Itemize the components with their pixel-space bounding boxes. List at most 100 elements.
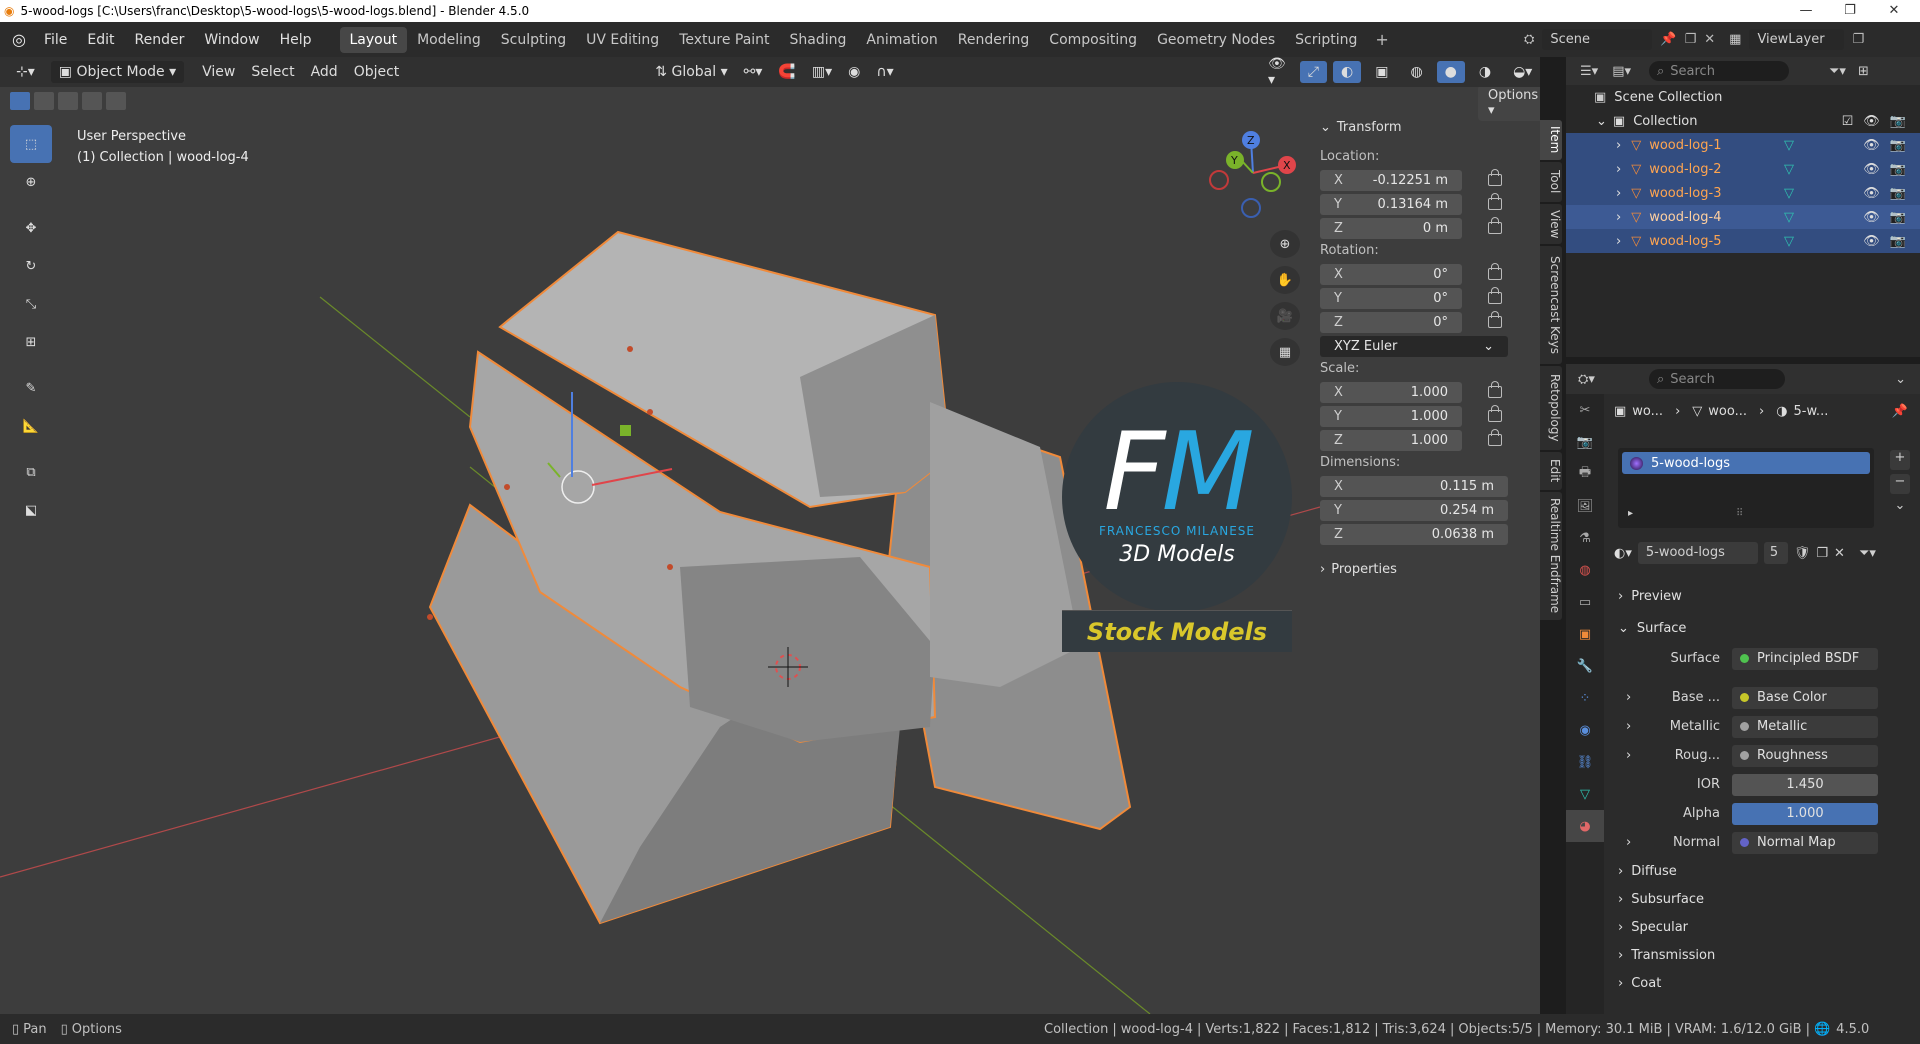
scale-tool[interactable]: ⤡	[10, 285, 52, 323]
lock-icon[interactable]	[1488, 263, 1502, 280]
menu-select[interactable]: Select	[243, 61, 302, 83]
new-collection-icon[interactable]: ⊞	[1858, 64, 1869, 79]
tab-animation[interactable]: Animation	[856, 27, 947, 53]
close-icon[interactable]: ✕	[1872, 0, 1916, 22]
menu-add[interactable]: Add	[303, 61, 346, 83]
outliner-item-wood-log-1[interactable]: › ▽ wood-log-1 ▽ 👁 📷	[1566, 133, 1920, 157]
preview-section[interactable]: › Preview	[1604, 580, 1920, 612]
xray-icon[interactable]: ▣	[1367, 61, 1396, 83]
eye-icon[interactable]: 👁	[1863, 162, 1880, 177]
dimensions-x-field[interactable]: X 0.115 m	[1320, 475, 1508, 497]
menu-file[interactable]: File	[34, 32, 77, 48]
rotation-z-field[interactable]: Z 0°	[1320, 311, 1462, 333]
scale-x-field[interactable]: X 1.000	[1320, 381, 1462, 403]
3d-viewport[interactable]: User Perspective (1) Collection | wood-l…	[0, 87, 1540, 1014]
tab-uv-editing[interactable]: UV Editing	[576, 27, 669, 53]
gizmo-toggle-icon[interactable]: ⤢	[1299, 61, 1327, 83]
new-scene-icon[interactable]: ❐	[1685, 32, 1697, 47]
measure-tool[interactable]: 📐	[10, 407, 52, 445]
lock-icon[interactable]	[1488, 193, 1502, 210]
metallic-field[interactable]: Metallic	[1732, 715, 1878, 738]
location-z-field[interactable]: Z 0 m	[1320, 217, 1462, 239]
checkbox-icon[interactable]: ☑	[1842, 114, 1854, 129]
outliner-search[interactable]: ⌕ Search	[1649, 61, 1789, 81]
dimensions-z-field[interactable]: Z 0.0638 m	[1320, 523, 1508, 545]
outliner-editor-icon[interactable]: ☰▾	[1580, 64, 1598, 79]
material-icon[interactable]: ◕	[1566, 810, 1604, 842]
physics-icon[interactable]: ◉	[1566, 714, 1604, 746]
lock-icon[interactable]	[1488, 429, 1502, 446]
camera-icon[interactable]: 📷	[1890, 138, 1906, 153]
menu-window[interactable]: Window	[194, 32, 269, 48]
properties-editor-icon[interactable]: ⛭▾	[1578, 372, 1595, 387]
tab-sculpting[interactable]: Sculpting	[491, 27, 576, 53]
viewport-scene[interactable]	[0, 87, 1540, 1014]
select-subtract-icon[interactable]	[58, 92, 78, 110]
ortho-toggle-icon[interactable]: ▦	[1270, 338, 1300, 366]
menu-help[interactable]: Help	[270, 32, 322, 48]
tab-realtime-endframe[interactable]: Realtime Endframe	[1540, 492, 1562, 620]
mode-selector[interactable]: ▣ Object Mode ▾	[50, 61, 185, 83]
rotate-tool[interactable]: ↻	[10, 247, 52, 285]
normal-field[interactable]: Normal Map	[1732, 831, 1878, 854]
shading-material-icon[interactable]: ◑	[1471, 61, 1499, 83]
zoom-icon[interactable]: ⊕	[1270, 230, 1300, 258]
fake-user-icon[interactable]: 🛡	[1794, 546, 1811, 561]
blender-logo-icon[interactable]: ◎	[12, 30, 26, 49]
lock-icon[interactable]	[1488, 169, 1502, 186]
diffuse-section[interactable]: › Diffuse	[1604, 857, 1920, 885]
eye-icon[interactable]: 👁	[1863, 114, 1880, 129]
object-props-icon[interactable]: ▣	[1566, 618, 1604, 650]
subsurface-section[interactable]: › Subsurface	[1604, 885, 1920, 913]
proportional-edit-icon[interactable]: ◉	[840, 61, 868, 83]
chevron-down-icon[interactable]: ⌄	[1895, 372, 1906, 387]
node-link-icon[interactable]: ⏷▾	[1859, 546, 1876, 561]
roughness-field[interactable]: Roughness	[1732, 744, 1878, 767]
modifier-icon[interactable]: 🔧	[1566, 650, 1604, 682]
add-slot-icon[interactable]: +	[1890, 450, 1910, 470]
resize-handle-icon[interactable]: ⠿	[1736, 508, 1743, 519]
rotation-mode-dropdown[interactable]: XYZ Euler ⌄	[1320, 335, 1508, 357]
navigation-gizmo[interactable]: Z X Y	[1205, 130, 1305, 220]
menu-render[interactable]: Render	[125, 32, 195, 48]
tab-retopology[interactable]: Retopology	[1540, 366, 1562, 450]
lock-icon[interactable]	[1488, 381, 1502, 398]
display-mode-icon[interactable]: ▤▾	[1612, 64, 1631, 79]
outliner-collection[interactable]: ⌄ ▣ Collection ☑ 👁 📷	[1566, 109, 1920, 133]
lock-icon[interactable]	[1488, 217, 1502, 234]
select-new-icon[interactable]	[10, 92, 30, 110]
tab-modeling[interactable]: Modeling	[407, 27, 491, 53]
material-slot-item[interactable]: 5-wood-logs	[1622, 452, 1870, 474]
delete-scene-icon[interactable]: ✕	[1704, 32, 1715, 47]
material-users-count[interactable]: 5	[1763, 542, 1788, 564]
shading-wireframe-icon[interactable]: ◍	[1402, 61, 1430, 83]
pan-hand-icon[interactable]: ✋	[1270, 266, 1300, 294]
scene-icon[interactable]: ⛭	[1524, 32, 1534, 47]
specular-section[interactable]: › Specular	[1604, 913, 1920, 941]
pivot-icon[interactable]: ⚯▾	[736, 61, 771, 83]
camera-view-icon[interactable]: 🎥	[1270, 302, 1300, 330]
view-layer-selector[interactable]: ViewLayer	[1749, 29, 1845, 50]
lock-icon[interactable]	[1488, 287, 1502, 304]
surface-shader-field[interactable]: Principled BSDF	[1732, 647, 1878, 670]
dimensions-y-field[interactable]: Y 0.254 m	[1320, 499, 1508, 521]
overlay-toggle-icon[interactable]: ◐	[1332, 61, 1362, 83]
new-view-layer-icon[interactable]: ❐	[1852, 32, 1864, 47]
select-extend-icon[interactable]	[34, 92, 54, 110]
properties-panel-header[interactable]: › Properties	[1320, 558, 1520, 580]
output-icon[interactable]: 🖶	[1566, 458, 1604, 490]
transform-panel-header[interactable]: ⌄ Transform	[1320, 116, 1520, 138]
eye-icon[interactable]: 👁	[1863, 138, 1880, 153]
menu-object[interactable]: Object	[346, 61, 408, 83]
outliner-item-wood-log-4[interactable]: › ▽ wood-log-4 ▽ 👁 📷	[1566, 205, 1920, 229]
view-layer-icon[interactable]: 🖼	[1566, 490, 1604, 522]
base-color-field[interactable]: Base Color	[1732, 686, 1878, 709]
eye-icon[interactable]: 👁	[1863, 186, 1880, 201]
ior-field[interactable]: 1.450	[1732, 773, 1878, 796]
tab-scripting[interactable]: Scripting	[1285, 27, 1367, 53]
scale-z-field[interactable]: Z 1.000	[1320, 429, 1462, 451]
falloff-icon[interactable]: ∩▾	[868, 61, 901, 83]
material-name-field[interactable]: 5-wood-logs	[1637, 542, 1758, 564]
transform-tool[interactable]: ⊞	[10, 323, 52, 361]
maximize-icon[interactable]: ❐	[1828, 0, 1872, 22]
